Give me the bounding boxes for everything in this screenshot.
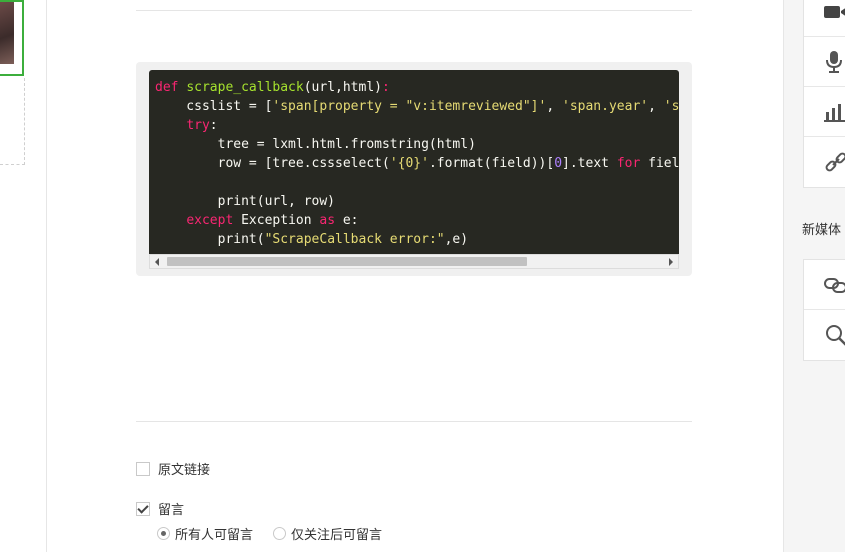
code-token: .format(field))[ [428,156,555,171]
insert-hyperlink-button[interactable] [804,260,845,310]
chain-link-icon [824,277,845,293]
code-token: field [648,156,679,171]
code-token: tree = lxml.html.fromstring(html) [155,137,476,152]
insert-tools-group [803,0,845,188]
comment-option[interactable]: 留言 [136,499,184,518]
code-token: def [155,80,179,95]
code-token: (url,html) [303,80,382,95]
code-line: row = [tree.cssselect('{0}'.format(field… [155,156,679,171]
code-line: print("ScrapeCallback error:",e) [155,232,468,247]
code-line: except Exception as e: [155,213,359,228]
code-token: except [186,213,234,228]
radio-button[interactable] [273,527,287,540]
code-line: try: [155,118,218,133]
code-token: try [186,118,210,133]
code-block-container: def scrape_callback(url,html): csslist =… [136,62,692,276]
code-token: 'span[property = "v:itemreviewed"]' [272,99,547,114]
code-token: , [546,99,562,114]
scrollbar-thumb[interactable] [167,257,527,266]
radio-followers-comment[interactable]: 仅关注后可留言 [273,524,382,543]
radio-all-comment[interactable]: 所有人可留言 [157,524,253,543]
new-media-tools-group [803,259,845,361]
editor-area: def scrape_callback(url,html): csslist =… [47,0,784,552]
add-article-placeholder[interactable] [0,78,25,165]
scroll-right-button[interactable] [664,255,678,268]
arrow-right-icon [669,257,673,266]
comment-label: 留言 [158,503,185,518]
code-block[interactable]: def scrape_callback(url,html): csslist =… [149,70,679,254]
insert-audio-button[interactable] [804,37,845,87]
code-line: def scrape_callback(url,html): [155,80,390,95]
code-token: , [648,99,664,114]
left-panel [0,0,47,552]
code-token: print( [155,232,265,247]
radio-button[interactable] [157,527,170,540]
insert-link-button[interactable] [804,137,845,187]
code-line: tree = lxml.html.fromstring(html) [155,137,476,152]
code-token: 'span.year' [562,99,649,114]
comment-checkbox[interactable] [136,501,150,516]
code-token: e: [335,213,359,228]
code-token: for [616,156,641,171]
code-token: : [382,80,390,95]
divider-top [136,10,692,11]
insert-vote-button[interactable] [804,87,845,137]
right-sidebar: 新媒体 [784,0,845,552]
code-line: csslist = ['span[property = "v:itemrevie… [155,99,679,114]
search-icon [826,325,845,346]
code-horizontal-scrollbar[interactable] [149,254,679,269]
code-token: print(url, row) [155,194,336,209]
arrow-left-icon [155,257,159,266]
code-token: : [209,118,218,133]
code-token: ,e) [444,232,469,247]
code-token: "ScrapeCallback error:" [264,232,445,247]
code-token: 'strong[property="v:average"]' [663,99,679,114]
microphone-icon [826,50,842,73]
scroll-left-button[interactable] [150,255,164,268]
search-button[interactable] [804,310,845,360]
bar-chart-icon [824,103,845,122]
video-icon [824,5,845,18]
code-token: 0 [554,156,563,171]
code-token: scrape_callback [186,80,304,95]
radio-label: 仅关注后可留言 [291,528,383,543]
divider-bottom [136,421,692,422]
code-token: as [319,213,336,228]
code-token: '{0}' [389,156,429,171]
original-link-label: 原文链接 [158,463,211,478]
thumbnail-image [0,2,14,64]
original-link-checkbox[interactable] [136,461,150,476]
code-token: csslist = [ [155,99,273,114]
section-label-new-media: 新媒体 [802,223,842,238]
code-line: print(url, row) [155,194,335,209]
comment-scope-group: 所有人可留言 仅关注后可留言 [157,524,402,543]
code-token: Exception [233,213,320,228]
code-content: def scrape_callback(url,html): csslist =… [149,70,679,249]
original-link-option[interactable]: 原文链接 [136,459,210,478]
code-token: row = [tree.cssselect( [155,156,390,171]
link-icon [825,152,845,172]
radio-label: 所有人可留言 [175,528,254,543]
article-thumbnail[interactable] [0,0,24,76]
code-token: ].text [562,156,617,171]
insert-video-button[interactable] [804,0,845,37]
